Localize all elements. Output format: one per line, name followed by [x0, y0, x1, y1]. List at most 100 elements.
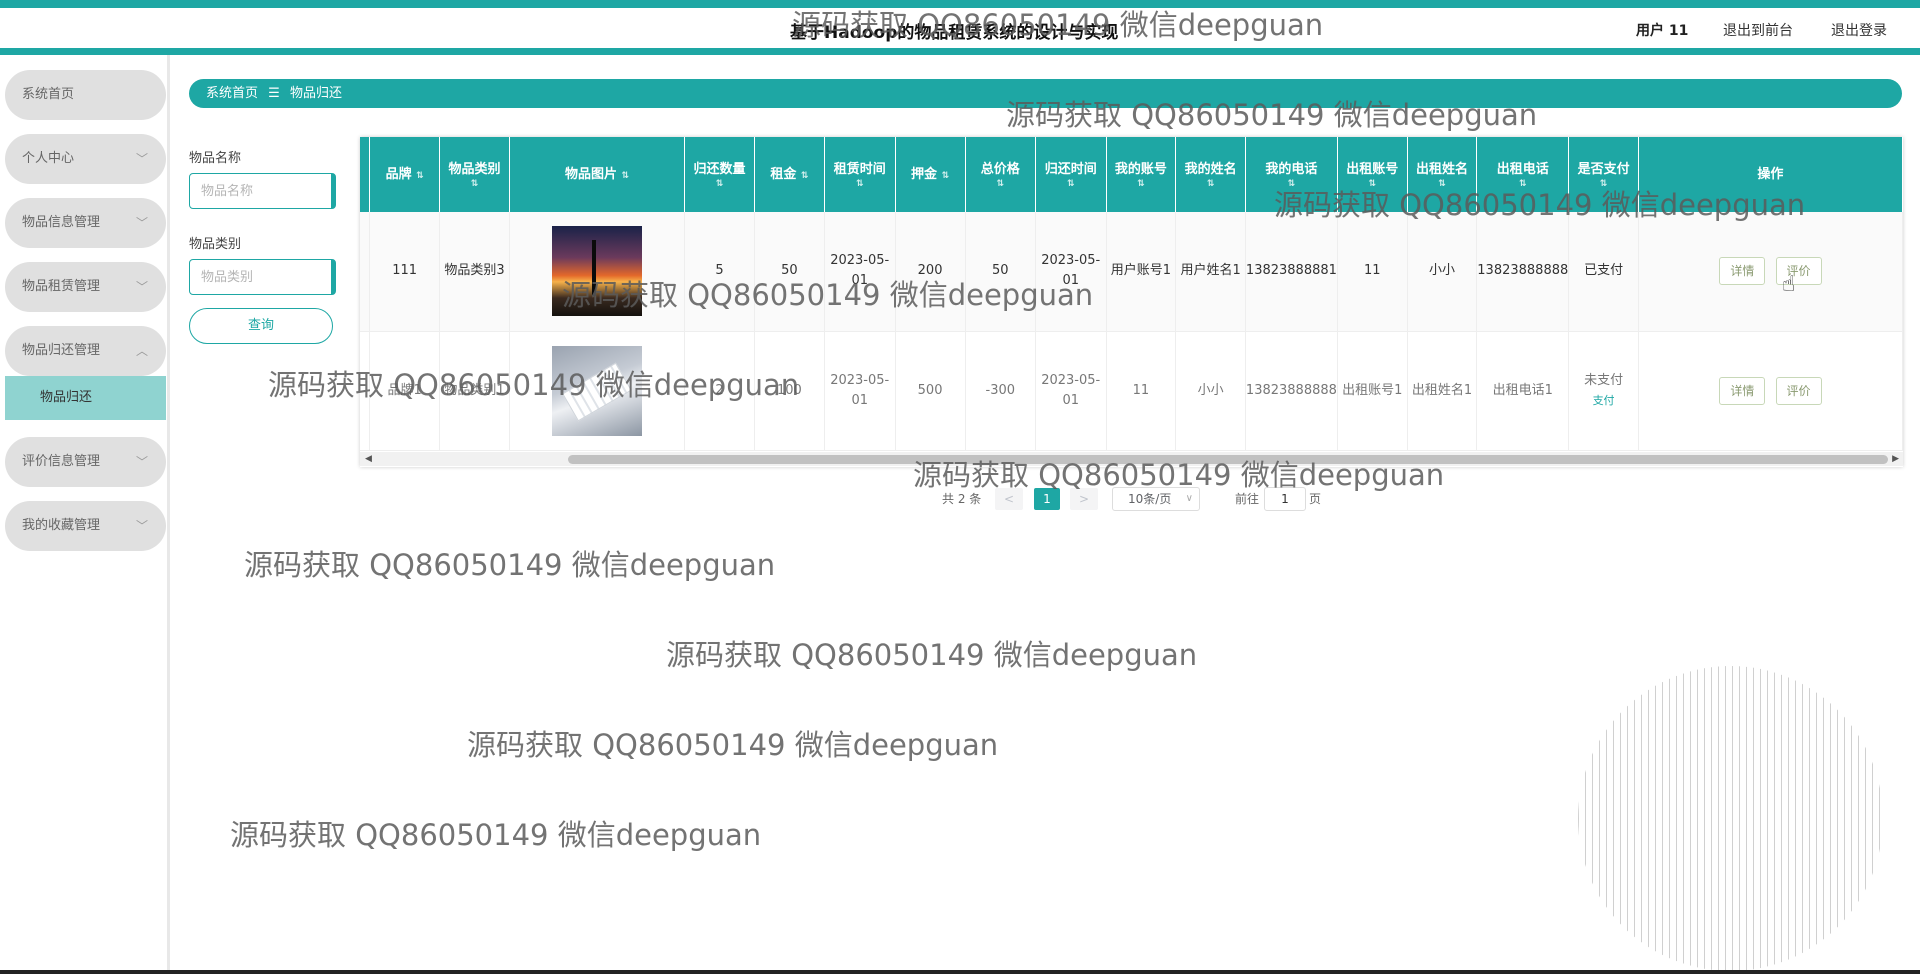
- goto-page-input[interactable]: [1264, 487, 1306, 511]
- cell-owner-account: 11: [1337, 212, 1408, 332]
- chevron-down-icon: ﹀: [135, 519, 148, 533]
- sort-icon[interactable]: ⇅: [622, 171, 630, 181]
- sort-icon[interactable]: ⇅: [1176, 179, 1245, 189]
- back-to-front-link[interactable]: 退出到前台: [1723, 20, 1793, 40]
- column-header-total[interactable]: 总价格 ⇅: [965, 137, 1036, 212]
- sidebar-item-item-info[interactable]: 物品信息管理 ﹀: [5, 198, 166, 248]
- sidebar-item-label: 我的收藏管理: [22, 518, 101, 533]
- cell-paid: 已支付: [1568, 212, 1639, 332]
- sidebar-subitem-return[interactable]: 物品归还: [5, 376, 166, 420]
- column-header-my-name[interactable]: 我的姓名 ⇅: [1175, 137, 1246, 212]
- scroll-right-icon[interactable]: ▶: [1892, 452, 1899, 466]
- chevron-down-icon: ﹀: [135, 455, 148, 469]
- current-user-label: 用户 11: [1636, 23, 1689, 39]
- column-header-return-qty[interactable]: 归还数量 ⇅: [684, 137, 755, 212]
- sort-icon[interactable]: ⇅: [685, 179, 754, 189]
- sidebar-item-home[interactable]: 系统首页: [5, 70, 166, 120]
- item-image[interactable]: [552, 345, 642, 436]
- cell-return-time: 2023-05-01: [1035, 331, 1107, 451]
- column-header-owner-name[interactable]: 出租姓名 ⇅: [1407, 137, 1478, 212]
- review-button[interactable]: 评价: [1775, 376, 1822, 405]
- sort-icon[interactable]: ⇅: [801, 171, 809, 181]
- scrollbar-thumb[interactable]: [568, 455, 1888, 464]
- breadcrumb: 系统首页 ☰ 物品归还: [189, 79, 1902, 108]
- sidebar-item-review[interactable]: 评价信息管理 ﹀: [5, 437, 166, 487]
- cell-my-phone: 13823888888: [1245, 331, 1338, 451]
- item-image[interactable]: [552, 226, 642, 317]
- page-title: 基于Hadoop的物品租赁系统的设计与实现: [790, 23, 1119, 43]
- cell-return-time: 2023-05-01: [1035, 212, 1107, 332]
- sort-icon[interactable]: ⇅: [1408, 179, 1477, 189]
- chevron-down-icon: ﹀: [135, 280, 148, 294]
- current-page-button[interactable]: 1: [1034, 488, 1060, 510]
- sidebar-item-favorites[interactable]: 我的收藏管理 ﹀: [5, 501, 166, 551]
- bottom-strip: [0, 970, 1920, 974]
- scroll-left-icon[interactable]: ◀: [365, 452, 372, 466]
- cell-total: -300: [965, 331, 1036, 451]
- goto-label: 前往: [1235, 492, 1260, 506]
- column-header-category[interactable]: 物品类别 ⇅: [439, 137, 510, 212]
- cell-brand: 品牌1: [369, 331, 441, 451]
- column-header-owner-phone[interactable]: 出租电话 ⇅: [1476, 137, 1570, 212]
- chevron-down-icon: ∨: [1185, 493, 1193, 504]
- column-header-owner-account[interactable]: 出租账号 ⇅: [1337, 137, 1408, 212]
- cell-deposit: 200: [895, 212, 966, 332]
- next-page-button[interactable]: >: [1070, 488, 1098, 510]
- paid-status: 已支付: [1584, 263, 1624, 279]
- sort-icon[interactable]: ⇅: [966, 179, 1035, 189]
- sort-icon[interactable]: ⇅: [440, 179, 509, 189]
- query-button[interactable]: 查询: [189, 308, 333, 344]
- cell-return-qty: 5: [684, 212, 755, 332]
- cell-paid: 未支付 支付: [1568, 331, 1639, 451]
- column-header-lease-time[interactable]: 租赁时间 ⇅: [824, 137, 896, 212]
- column-header-image[interactable]: 物品图片 ⇅: [509, 137, 686, 212]
- cell-rent: 100: [754, 331, 825, 451]
- return-table: 品牌 ⇅ 物品类别 ⇅ 物品图片 ⇅ 归还数量 ⇅ 租金 ⇅ 租赁时间 ⇅ 押金 ⇅ …: [360, 137, 1903, 467]
- name-filter-input[interactable]: [189, 173, 336, 209]
- watermark: 源码获取 QQ86050149 微信deepguan: [244, 548, 776, 582]
- cell-return-qty: 2: [684, 331, 755, 451]
- column-header-return-time[interactable]: 归还时间 ⇅: [1035, 137, 1107, 212]
- sidebar-item-lease[interactable]: 物品租赁管理 ﹀: [5, 262, 166, 312]
- pagination-total: 共 2 条: [942, 492, 982, 506]
- breadcrumb-separator-icon: ☰: [268, 86, 280, 101]
- sort-icon[interactable]: ⇅: [1477, 179, 1568, 189]
- logout-link[interactable]: 退出登录: [1831, 20, 1887, 40]
- detail-button[interactable]: 详情: [1719, 376, 1766, 405]
- column-header-my-phone[interactable]: 我的电话 ⇅: [1245, 137, 1338, 212]
- table-row: 品牌1 物品类别1 2 100 2023-05-01 500 -300 2023…: [360, 331, 1903, 451]
- sort-icon[interactable]: ⇅: [1036, 179, 1106, 189]
- column-header-deposit[interactable]: 押金 ⇅: [895, 137, 966, 212]
- sort-icon[interactable]: ⇅: [1107, 179, 1176, 189]
- cell-owner-name: 小小: [1407, 212, 1478, 332]
- cell-my-name: 用户姓名1: [1175, 212, 1246, 332]
- sort-icon[interactable]: ⇅: [942, 171, 950, 181]
- page-size-select[interactable]: 10条/页 ∨: [1112, 487, 1200, 511]
- chevron-down-icon: ﹀: [135, 152, 148, 166]
- sidebar-item-personal-center[interactable]: 个人中心 ﹀: [5, 134, 166, 184]
- cell-brand: 111: [369, 212, 441, 332]
- table-horizontal-scrollbar[interactable]: ◀ ▶: [360, 452, 1903, 466]
- cell-my-phone: 13823888881: [1245, 212, 1338, 332]
- mouse-pointer-icon: ☝: [1782, 272, 1796, 297]
- sort-icon[interactable]: ⇅: [825, 179, 895, 189]
- sort-icon[interactable]: ⇅: [1569, 179, 1638, 189]
- watermark: 源码获取 QQ86050149 微信deepguan: [467, 728, 999, 762]
- top-accent-stripe: [0, 0, 1920, 8]
- paid-status: 未支付: [1584, 372, 1624, 388]
- sort-icon[interactable]: ⇅: [416, 171, 424, 181]
- column-header-paid[interactable]: 是否支付 ⇅: [1568, 137, 1639, 212]
- breadcrumb-home[interactable]: 系统首页: [206, 86, 258, 101]
- column-header-brand[interactable]: 品牌 ⇅: [369, 137, 441, 212]
- prev-page-button[interactable]: <: [995, 488, 1023, 510]
- pay-link[interactable]: 支付: [1569, 391, 1638, 411]
- header-divider: [0, 48, 1920, 55]
- sort-icon[interactable]: ⇅: [1338, 179, 1407, 189]
- watermark: 源码获取 QQ86050149 微信deepguan: [666, 638, 1198, 672]
- category-filter-input[interactable]: [189, 259, 336, 295]
- sidebar-item-return[interactable]: 物品归还管理 ︿: [5, 326, 166, 376]
- column-header-my-account[interactable]: 我的账号 ⇅: [1106, 137, 1177, 212]
- column-header-rent[interactable]: 租金 ⇅: [754, 137, 825, 212]
- detail-button[interactable]: 详情: [1719, 257, 1766, 286]
- sort-icon[interactable]: ⇅: [1246, 179, 1337, 189]
